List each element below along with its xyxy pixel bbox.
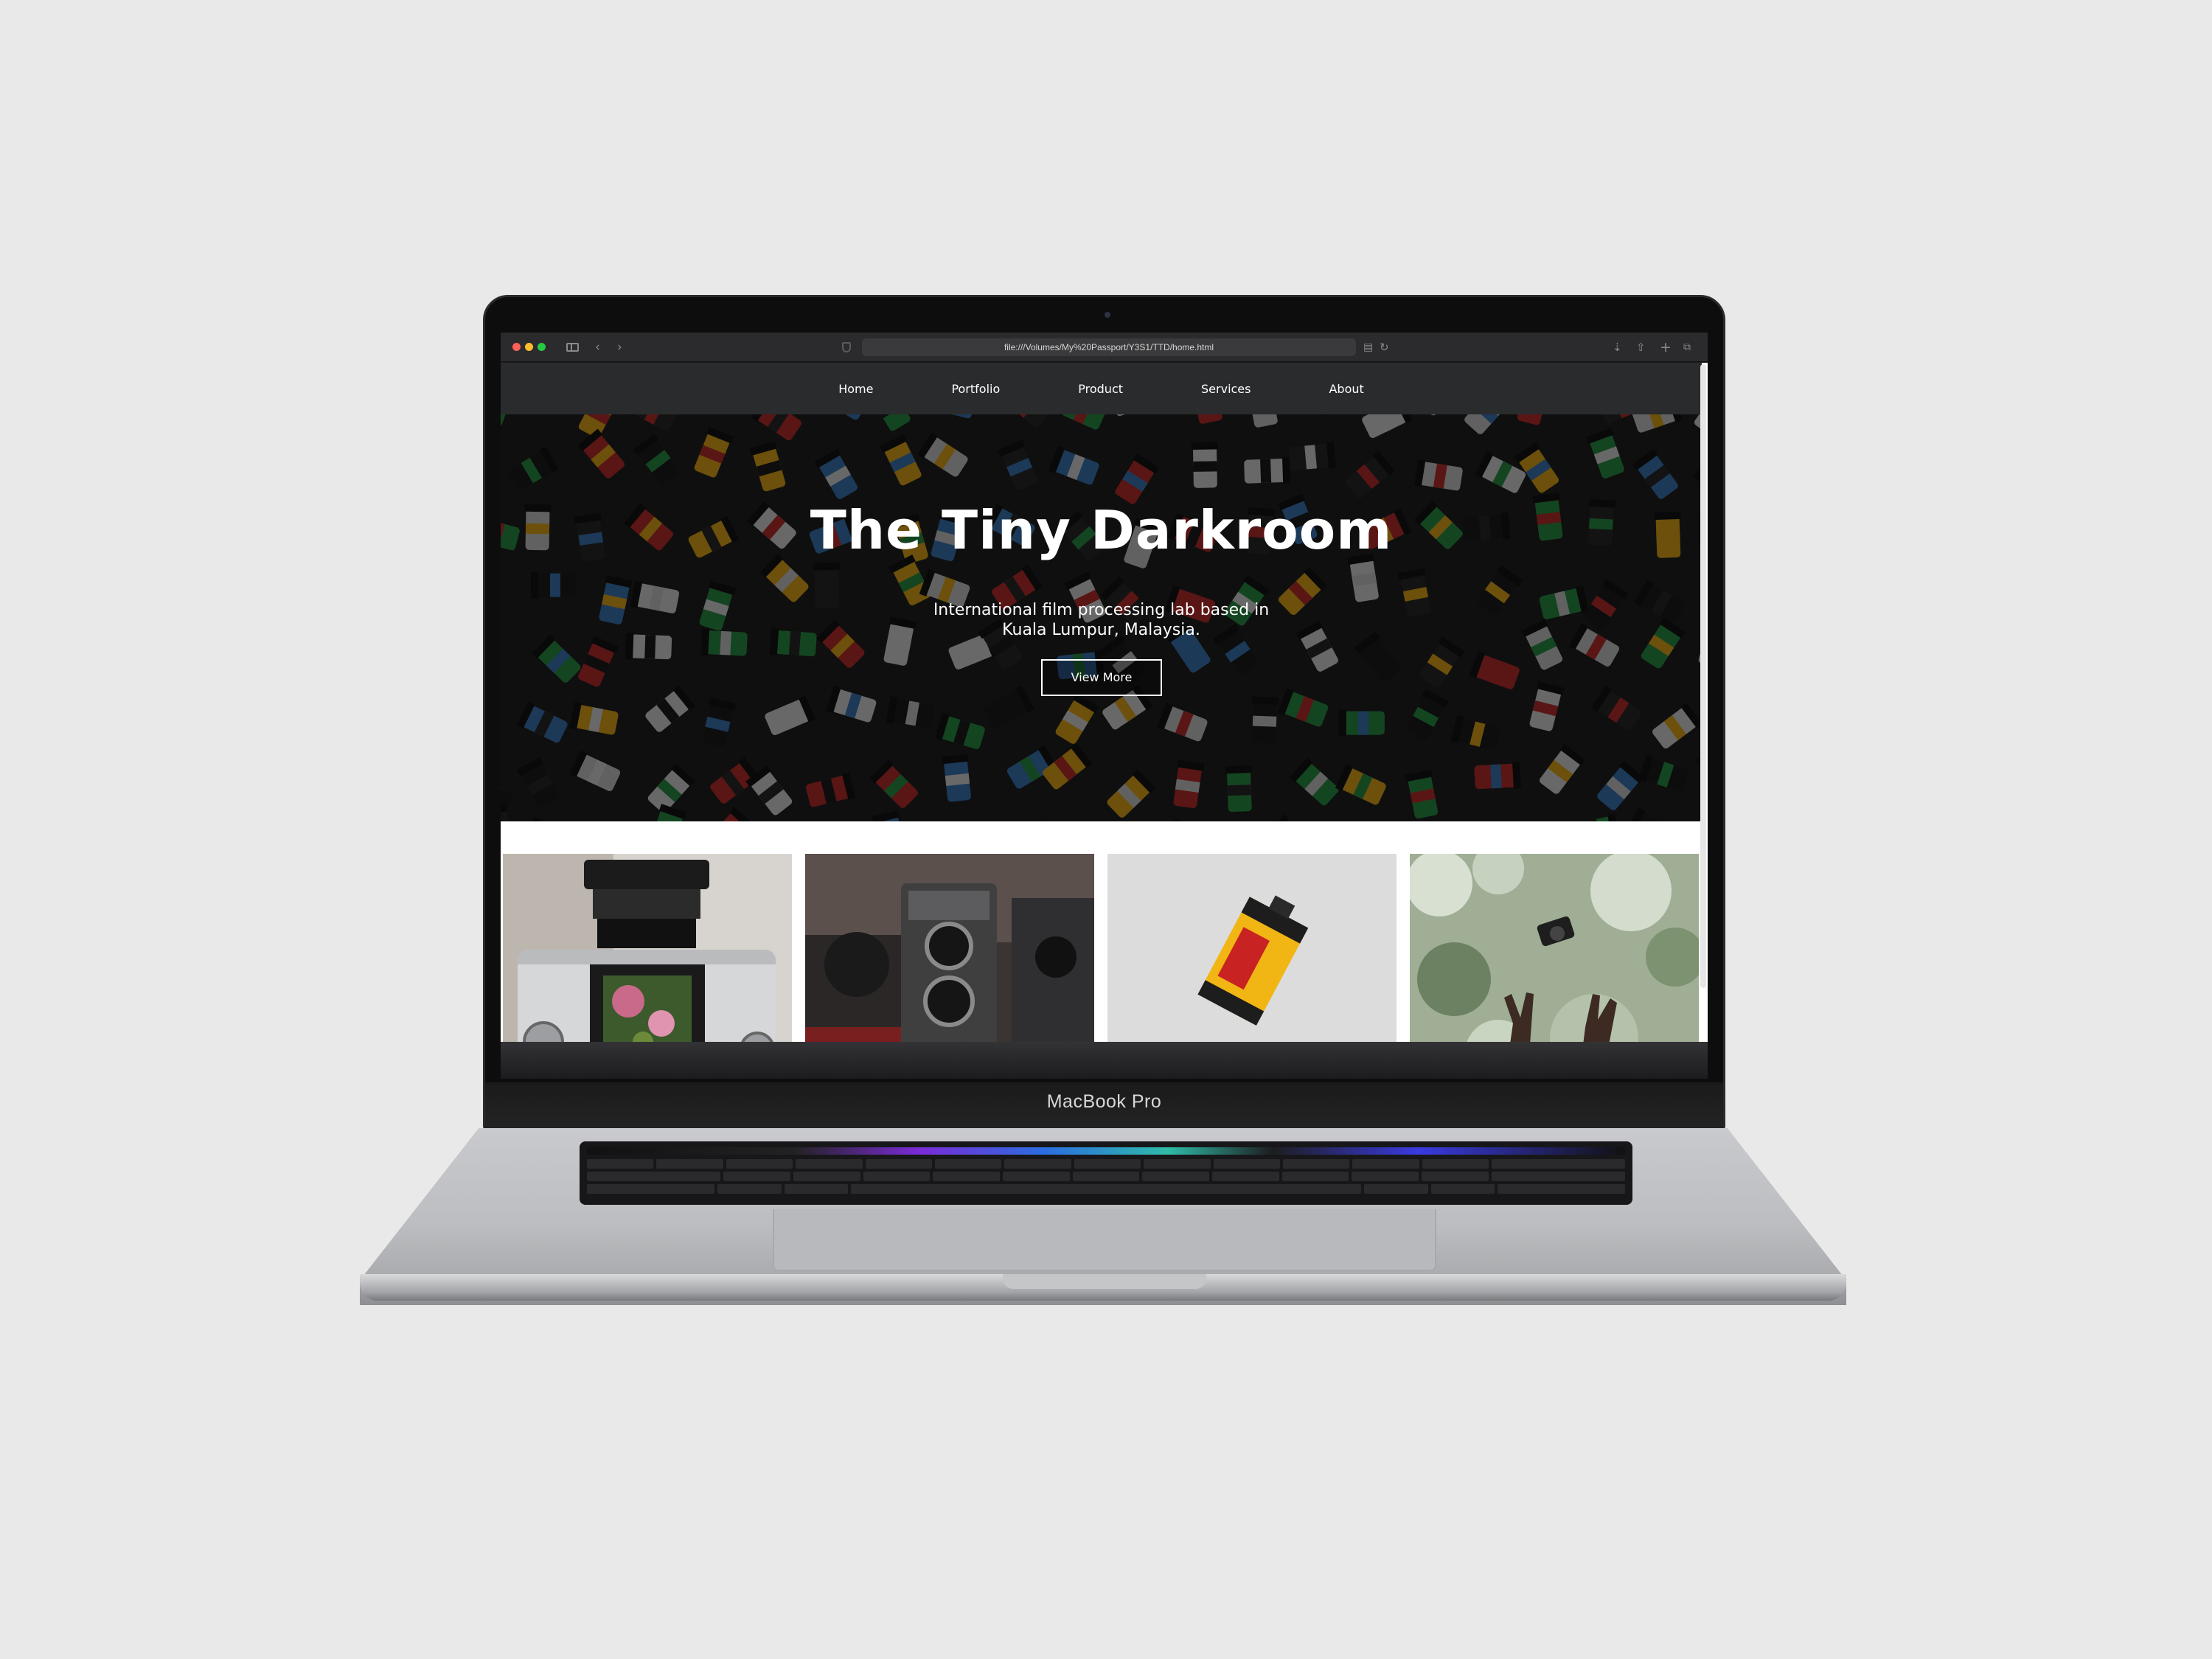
- address-bar[interactable]: file:///Volumes/My%20Passport/Y3S1/TTD/h…: [862, 338, 1356, 356]
- web-page: Home Portfolio Product Services About Th…: [501, 363, 1708, 1079]
- nav-about[interactable]: About: [1329, 382, 1363, 396]
- fullscreen-window-button[interactable]: [538, 343, 546, 351]
- touch-bar: [587, 1147, 1625, 1155]
- nav-product[interactable]: Product: [1078, 382, 1123, 396]
- macbook-brand-label: MacBook Pro: [1046, 1091, 1162, 1112]
- close-window-button[interactable]: [512, 343, 521, 351]
- webcam-icon: [1105, 312, 1110, 318]
- nav-home[interactable]: Home: [838, 382, 873, 396]
- new-tab-icon[interactable]: +: [1660, 338, 1672, 356]
- view-more-button[interactable]: View More: [1041, 659, 1162, 696]
- lid-opening-notch: [1003, 1274, 1206, 1289]
- trackpad: [773, 1209, 1436, 1271]
- hero-subtitle-line-2: Kuala Lumpur, Malaysia.: [1002, 621, 1200, 639]
- forward-icon[interactable]: ›: [617, 338, 622, 356]
- browser-toolbar: ‹ › file:///Volumes/My%20Passport/Y3S1/T…: [501, 333, 1708, 362]
- sidebar-toggle-icon[interactable]: [566, 343, 579, 352]
- laptop-lid: ‹ › file:///Volumes/My%20Passport/Y3S1/T…: [483, 295, 1725, 1132]
- hero-title: The Tiny Darkroom: [810, 499, 1393, 561]
- lid-chin: MacBook Pro: [485, 1082, 1723, 1130]
- site-navigation: Home Portfolio Product Services About: [501, 363, 1702, 414]
- back-icon[interactable]: ‹: [595, 338, 600, 356]
- laptop-screen: ‹ › file:///Volumes/My%20Passport/Y3S1/T…: [501, 333, 1708, 1079]
- keyboard: [580, 1141, 1632, 1205]
- hero-banner: The Tiny Darkroom International film pro…: [501, 414, 1702, 821]
- tab-overview-icon[interactable]: ⧉: [1683, 338, 1691, 356]
- hero-subtitle: International film processing lab based …: [501, 600, 1702, 640]
- share-icon[interactable]: ⇧: [1636, 338, 1646, 356]
- privacy-shield-icon[interactable]: [842, 342, 851, 352]
- page-scrollbar[interactable]: [1700, 364, 1706, 988]
- nav-portfolio[interactable]: Portfolio: [951, 382, 1000, 396]
- translate-icon[interactable]: ▤: [1363, 338, 1373, 356]
- minimize-window-button[interactable]: [525, 343, 533, 351]
- hero-subtitle-line-1: International film processing lab based …: [933, 601, 1270, 619]
- download-icon[interactable]: ⇣: [1613, 338, 1622, 356]
- reload-icon[interactable]: ↻: [1380, 338, 1389, 356]
- nav-services[interactable]: Services: [1201, 382, 1251, 396]
